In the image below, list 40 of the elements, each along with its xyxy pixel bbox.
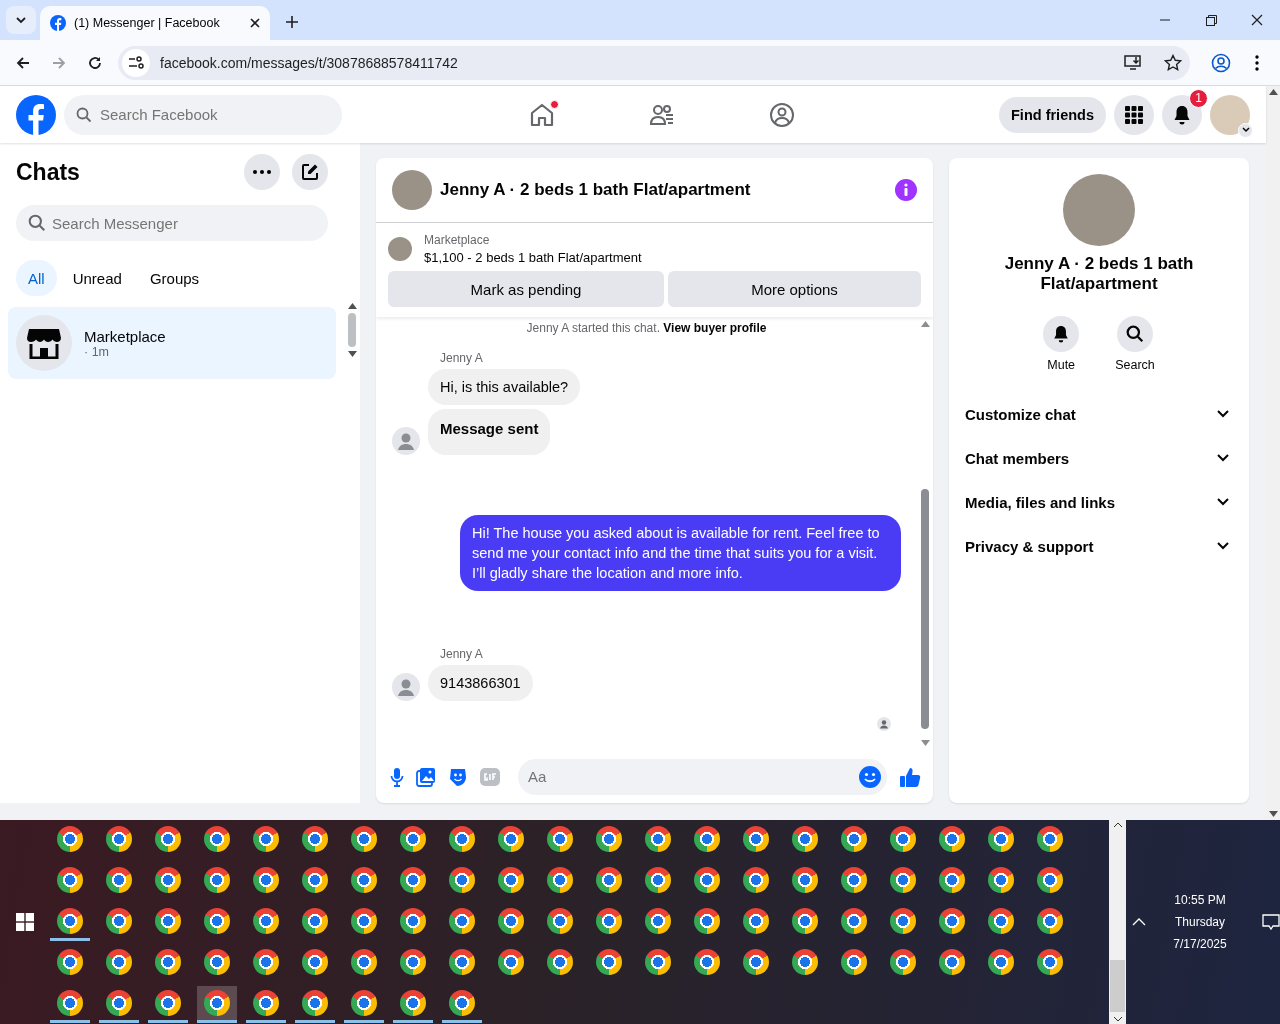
received-message-bubble: 9143866301 [428, 665, 533, 701]
tab-title: (1) Messenger | Facebook [74, 16, 221, 30]
clock-date: 7/17/2025 [1173, 937, 1227, 951]
details-section-toggle[interactable]: Chat members [965, 436, 1233, 480]
received-message-bubble: Message sent [428, 409, 551, 455]
details-section-toggle[interactable]: Privacy & support [965, 524, 1233, 568]
message-input-field[interactable]: Aa [518, 758, 887, 795]
clock-time: 10:55 PM [1174, 893, 1226, 907]
sender-name: Jenny A [440, 647, 484, 661]
sent-message-bubble: Hi! The house you asked about is available for rent. Feel free to send me your contact info and the time that suits you for a visit. I’ll gladly share the location and more info. [460, 515, 901, 591]
find-friends-button[interactable]: Find friends [999, 96, 1106, 133]
clock[interactable]: 10:55 PM Thursday 7/17/2025 [1160, 893, 1240, 951]
listing-action-button[interactable]: Mark as pending [388, 271, 664, 307]
chat-list-item[interactable]: Marketplace · 1m [8, 307, 336, 379]
received-message-bubble: Hi, is this available? [428, 369, 581, 405]
listing-action-button[interactable]: More options [668, 271, 921, 307]
listing-summary: $1,100 - 2 beds 1 bath Flat/apartment [424, 250, 642, 265]
filter-tab[interactable]: Unread [60, 260, 134, 296]
action-label: Search [1115, 358, 1155, 372]
chat-time: · 1m [84, 344, 109, 359]
conversation-title: Jenny A · 2 beds 1 bath Flat/apartment [440, 180, 752, 200]
browser-tab[interactable]: (1) Messenger | Facebook [40, 6, 270, 40]
chats-heading: Chats [16, 158, 81, 186]
filter-tab[interactable]: All [16, 260, 57, 296]
view-buyer-profile-link[interactable]: View buyer profile [663, 321, 767, 335]
sender-name: Jenny A [440, 351, 484, 365]
notification-count-badge: 1 [1189, 88, 1208, 108]
filter-tab[interactable]: Groups [137, 260, 212, 296]
details-section-toggle[interactable]: Customize chat [965, 392, 1233, 436]
chat-name: Marketplace [84, 327, 166, 345]
listing-source: Marketplace [424, 233, 491, 247]
conversation-name: Jenny A · 2 beds 1 bath Flat/apartment [1003, 254, 1195, 294]
clock-day: Thursday [1175, 915, 1225, 929]
action-label: Mute [1047, 358, 1076, 372]
details-section-toggle[interactable]: Media, files and links [965, 480, 1233, 524]
address-bar[interactable]: facebook.com/messages/t/30878688578411742 [118, 45, 1190, 80]
chat-started-notice: Jenny A started this chat. View buyer profile [525, 321, 768, 335]
url-text: facebook.com/messages/t/30878688578411742 [160, 54, 459, 71]
search-messenger-field[interactable]: Search Messenger [16, 205, 328, 241]
search-field[interactable]: Search Facebook [64, 94, 342, 135]
